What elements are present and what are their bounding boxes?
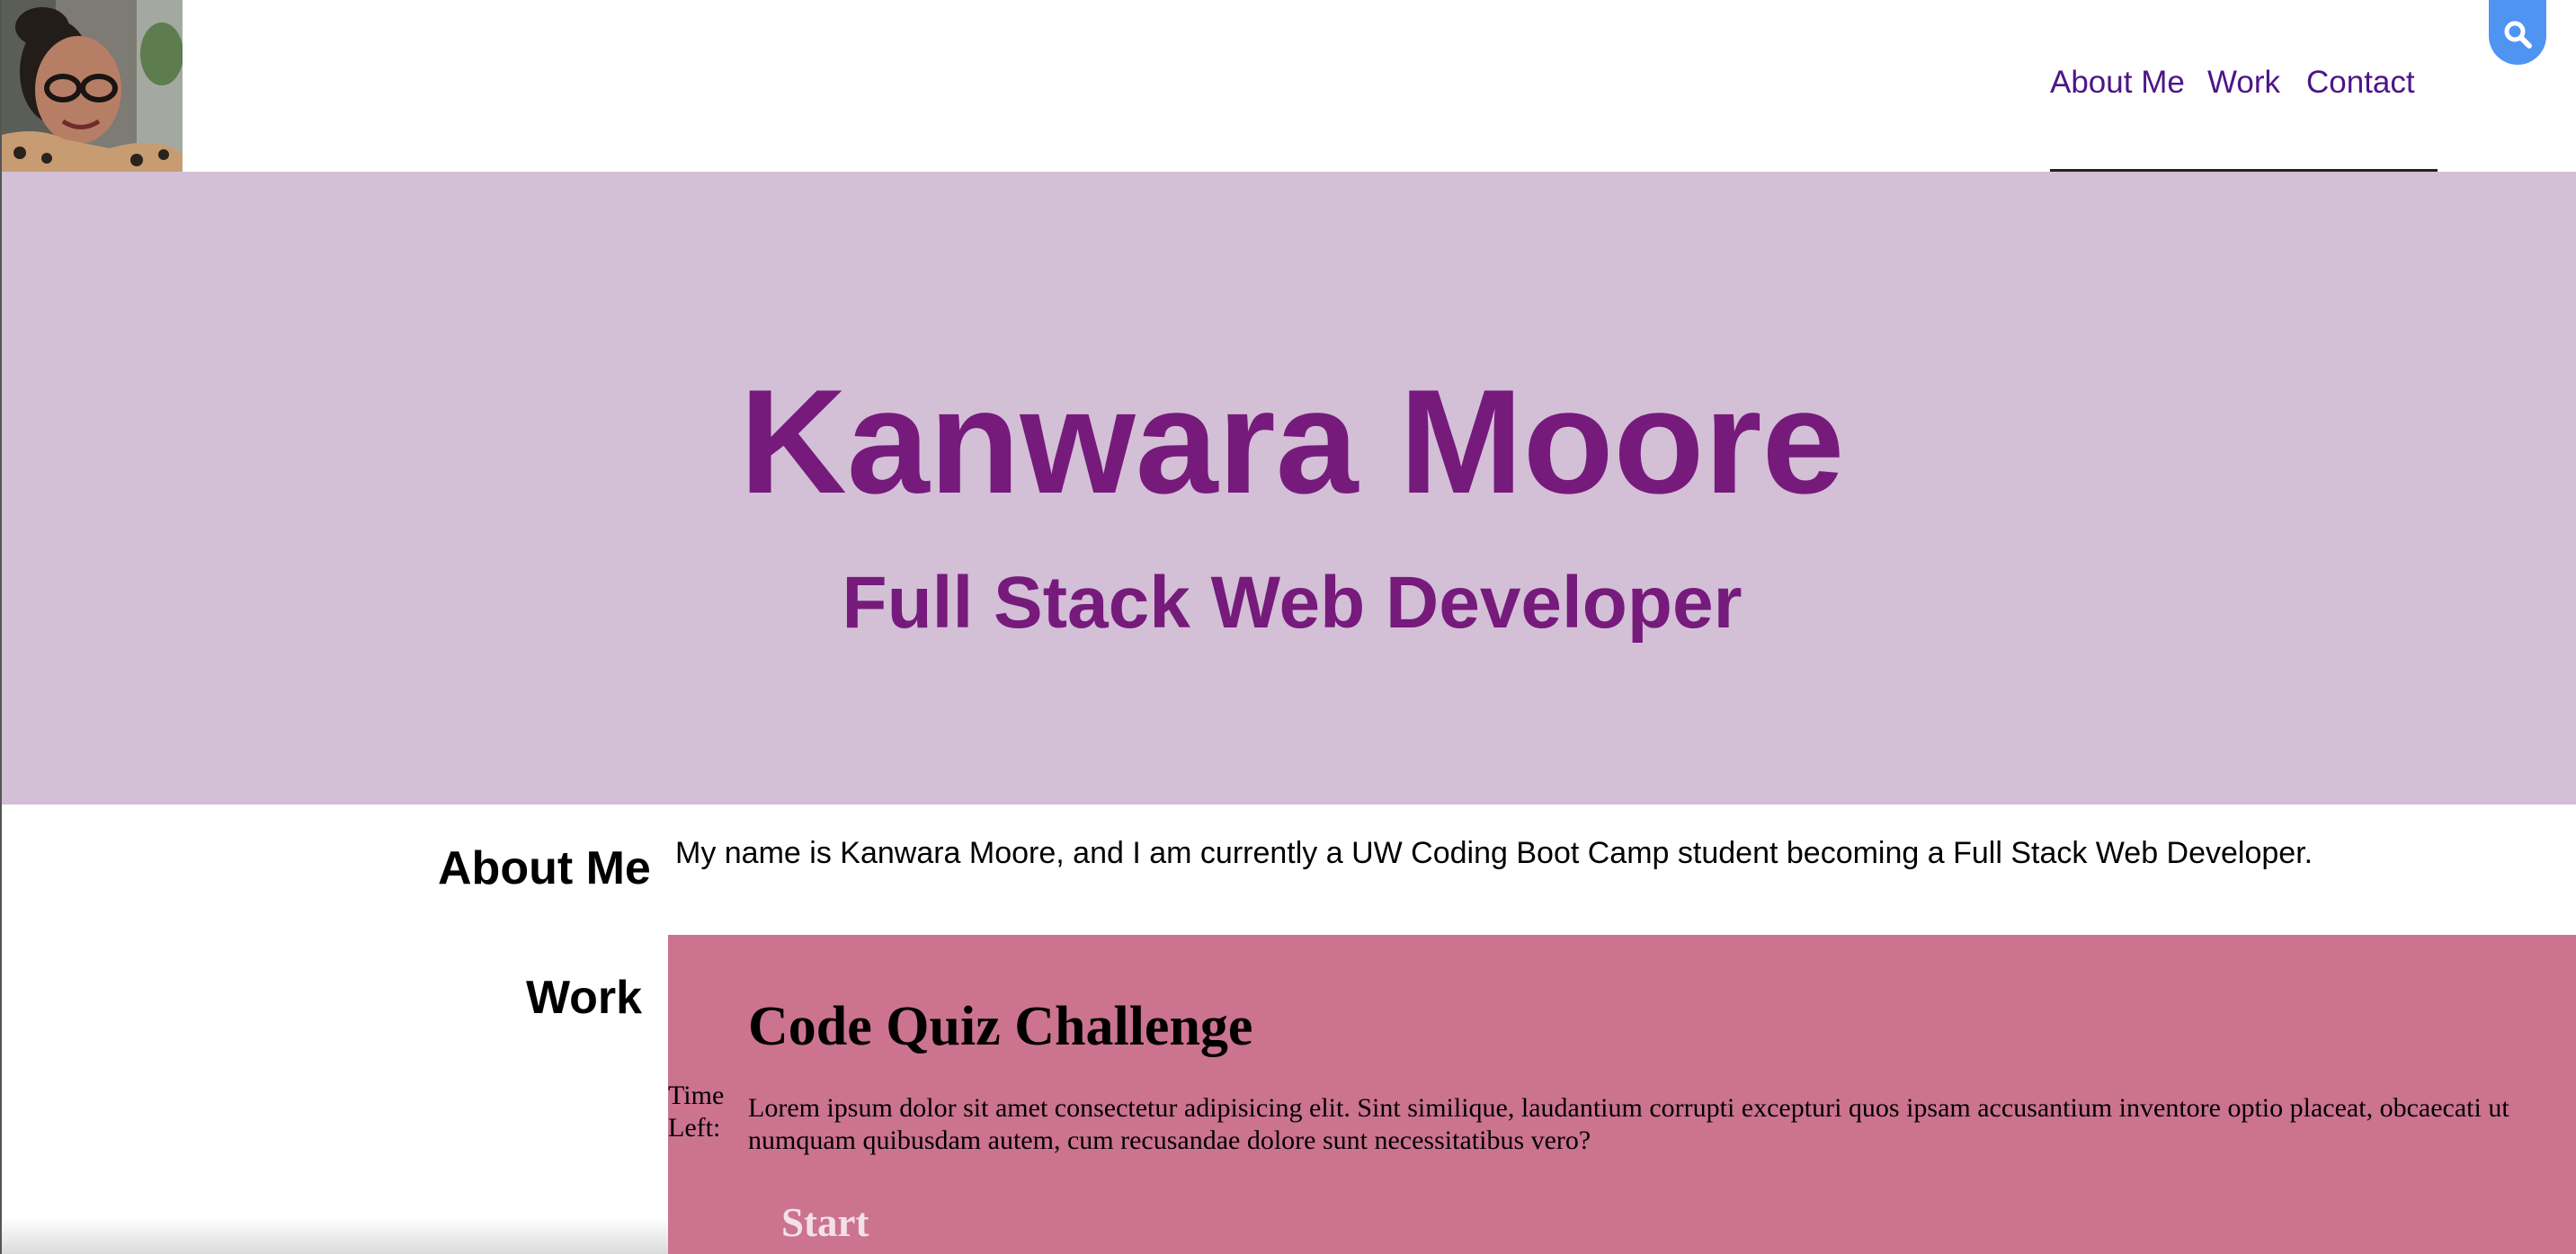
nav-link-about-me[interactable]: About Me bbox=[2050, 58, 2185, 108]
work-card-code-quiz: Code Quiz Challenge Lorem ipsum dolor si… bbox=[668, 935, 2576, 1254]
start-button[interactable]: Start bbox=[781, 1197, 869, 1248]
avatar bbox=[2, 0, 183, 172]
quiz-title: Code Quiz Challenge bbox=[748, 996, 1253, 1057]
about-heading: About Me bbox=[438, 842, 651, 894]
nav-link-contact[interactable]: Contact bbox=[2306, 58, 2415, 108]
main-nav: About Me Work Contact bbox=[2050, 58, 2438, 172]
site-header: About Me Work Contact bbox=[2, 0, 2576, 172]
hero-subtitle: Full Stack Web Developer bbox=[842, 562, 1743, 644]
hero-banner: Kanwara Moore Full Stack Web Developer bbox=[2, 172, 2576, 805]
quiz-description: Lorem ipsum dolor sit amet consectetur a… bbox=[748, 1093, 2509, 1155]
search-button[interactable] bbox=[2489, 0, 2546, 65]
nav-link-work[interactable]: Work bbox=[2207, 58, 2280, 108]
time-left-label: Time Left: bbox=[668, 1081, 725, 1143]
page: About Me Work Contact Kanwara Moore Full… bbox=[0, 0, 2576, 1254]
hero-name: Kanwara Moore bbox=[739, 359, 1845, 524]
search-icon bbox=[2504, 21, 2532, 49]
about-text: My name is Kanwara Moore, and I am curre… bbox=[675, 836, 2313, 870]
work-heading: Work bbox=[526, 972, 643, 1024]
page-fade bbox=[2, 1218, 668, 1254]
